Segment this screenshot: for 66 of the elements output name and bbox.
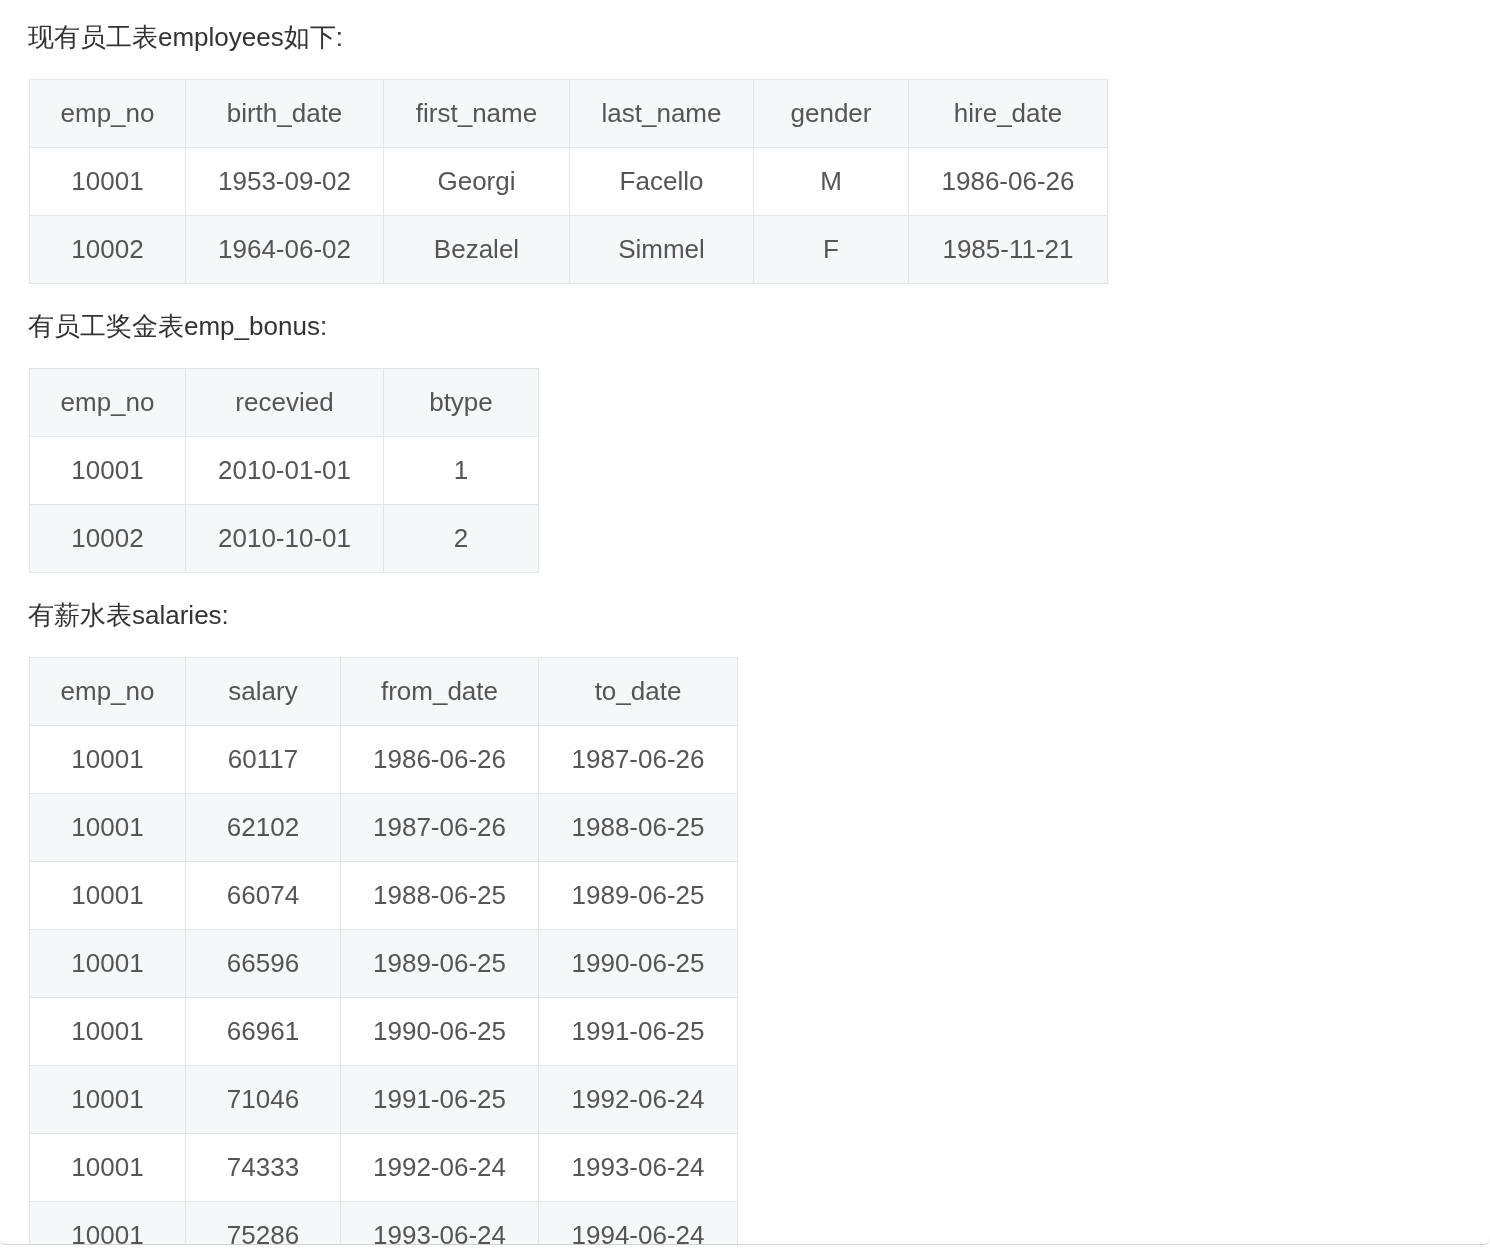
table-cell: 1989-06-25 [538,861,738,930]
column-header: salary [185,657,341,726]
table-cell: 1985-11-21 [908,215,1108,284]
table-cell: 75286 [185,1201,341,1244]
table-cell: 1992-06-24 [340,1133,539,1202]
table-cell: 1964-06-02 [185,215,384,284]
table-cell: 1986-06-26 [340,725,539,794]
column-header: from_date [340,657,539,726]
table-cell: 10002 [29,215,186,284]
column-header: emp_no [29,657,186,726]
table-cell: 10002 [29,504,186,573]
section-heading: 有员工奖金表emp_bonus: [28,310,329,343]
table-cell: Facello [569,147,754,216]
table-cell: 10001 [29,436,186,505]
table-cell: 1988-06-25 [538,793,738,862]
table-cell: 2 [383,504,539,573]
column-header: first_name [383,79,570,148]
table-cell: 1993-06-24 [340,1201,539,1244]
table-cell: 1994-06-24 [538,1201,738,1244]
table-cell: 10001 [29,1201,186,1244]
table-cell: 10001 [29,1065,186,1134]
column-header: gender [753,79,909,148]
table-cell: 10001 [29,929,186,998]
table-cell: F [753,215,909,284]
table-cell: 1992-06-24 [538,1065,738,1134]
table-cell: 2010-01-01 [185,436,384,505]
table-cell: 71046 [185,1065,341,1134]
table-cell: Bezalel [383,215,570,284]
table-cell: 2010-10-01 [185,504,384,573]
table-cell: 1987-06-26 [538,725,738,794]
table-cell: Georgi [383,147,570,216]
table-cell: 1990-06-25 [340,997,539,1066]
column-header: emp_no [29,79,186,148]
table-cell: 1988-06-25 [340,861,539,930]
table-cell: 62102 [185,793,341,862]
table-cell: 10001 [29,861,186,930]
table-cell: M [753,147,909,216]
column-header: hire_date [908,79,1108,148]
table-cell: 10001 [29,997,186,1066]
table-cell: 1986-06-26 [908,147,1108,216]
table-cell: 1993-06-24 [538,1133,738,1202]
table-cell: 66074 [185,861,341,930]
table-cell: 66961 [185,997,341,1066]
table-cell: 1953-09-02 [185,147,384,216]
column-header: birth_date [185,79,384,148]
column-header: last_name [569,79,754,148]
column-header: to_date [538,657,738,726]
table-cell: 74333 [185,1133,341,1202]
table-cell: 66596 [185,929,341,998]
table-cell: 60117 [185,725,341,794]
column-header: emp_no [29,368,186,437]
table-cell: 10001 [29,1133,186,1202]
table-cell: 1991-06-25 [538,997,738,1066]
table-cell: 1989-06-25 [340,929,539,998]
table-cell: 1990-06-25 [538,929,738,998]
column-header: recevied [185,368,384,437]
table-cell: Simmel [569,215,754,284]
table-cell: 10001 [29,147,186,216]
table-cell: 10001 [29,793,186,862]
table-cell: 1991-06-25 [340,1065,539,1134]
table-cell: 10001 [29,725,186,794]
section-heading: 现有员工表employees如下: [28,21,344,54]
table-cell: 1987-06-26 [340,793,539,862]
section-heading: 有薪水表salaries: [28,599,230,632]
table-cell: 1 [383,436,539,505]
column-header: btype [383,368,539,437]
